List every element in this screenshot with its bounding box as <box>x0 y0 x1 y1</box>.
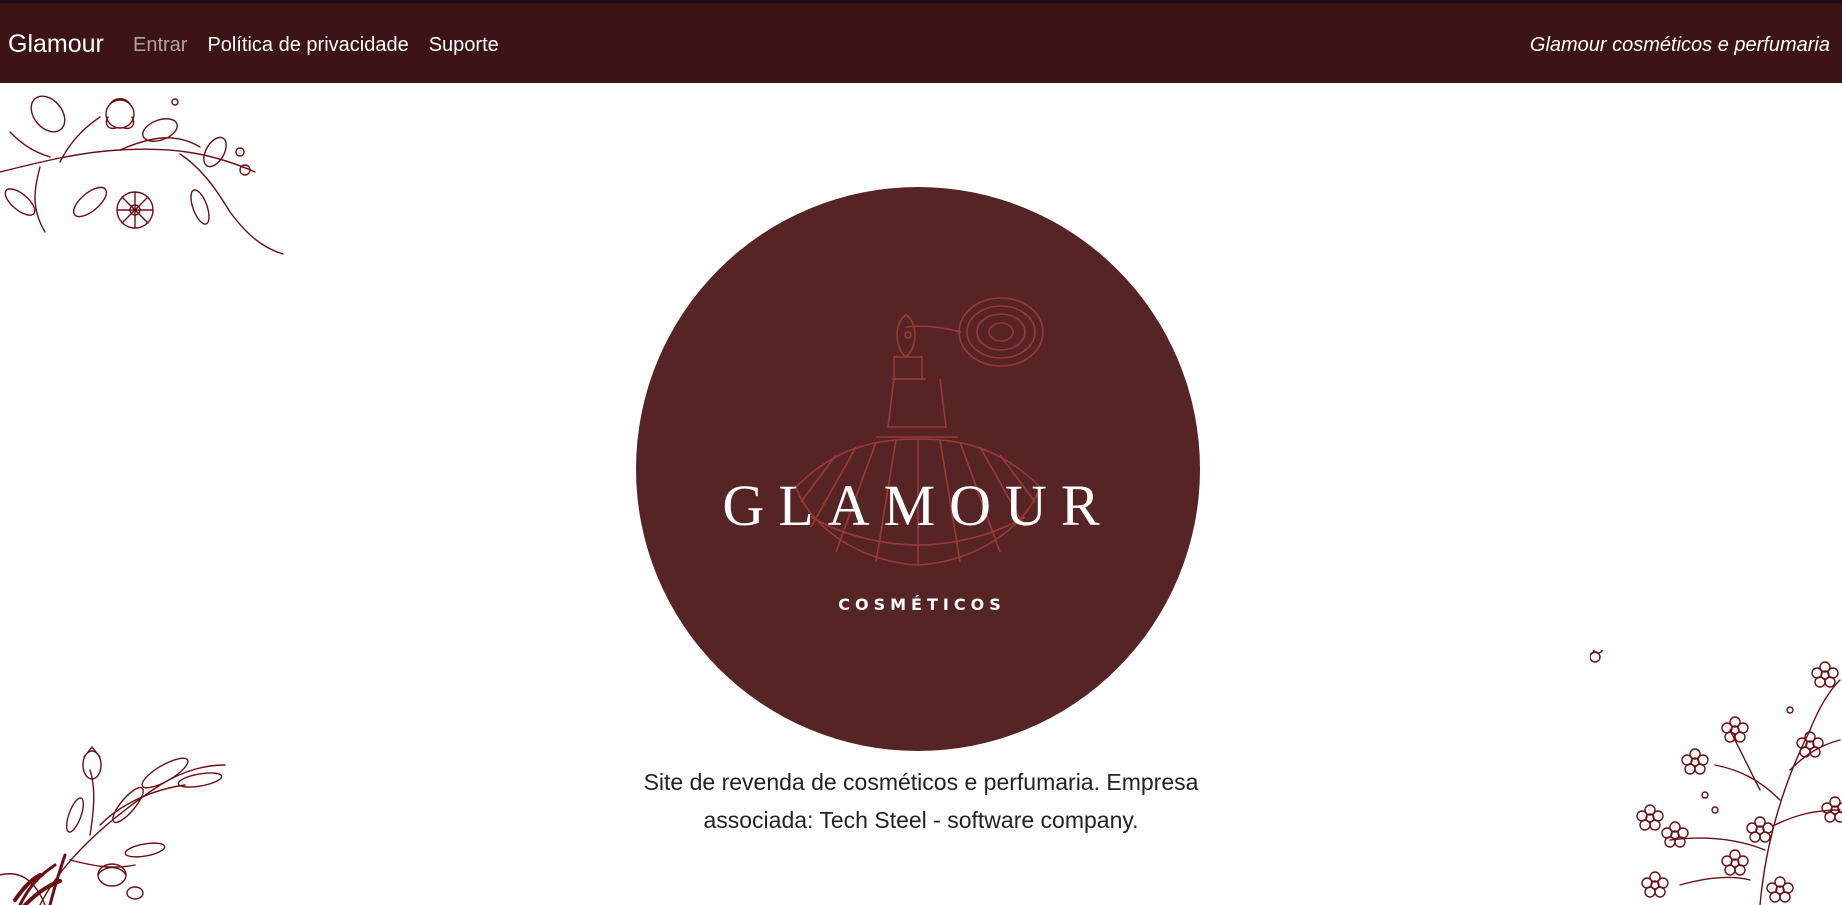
brand-link[interactable]: Glamour <box>8 29 104 59</box>
nav-link-support[interactable]: Suporte <box>429 33 499 57</box>
glamour-logo: GLAMOUR COSMÉTICOS <box>636 187 1200 751</box>
floral-branch-bottom-left-icon <box>0 745 226 905</box>
top-navbar: Glamour Entrar Política de privacidade S… <box>0 0 1842 83</box>
nav-link-entrar[interactable]: Entrar <box>133 33 187 57</box>
floral-branch-top-left-icon <box>0 95 284 255</box>
nav-links: Entrar Política de privacidade Suporte <box>133 33 499 57</box>
floral-branch-bottom-right-icon <box>1590 650 1842 905</box>
navbar-tagline: Glamour cosméticos e perfumaria <box>1529 34 1830 56</box>
logo-title: GLAMOUR <box>722 473 1113 538</box>
logo-subtitle: COSMÉTICOS <box>838 595 1005 614</box>
nav-link-privacy-policy[interactable]: Política de privacidade <box>207 33 408 57</box>
site-description: Site de revenda de cosméticos e perfumar… <box>643 769 1199 833</box>
